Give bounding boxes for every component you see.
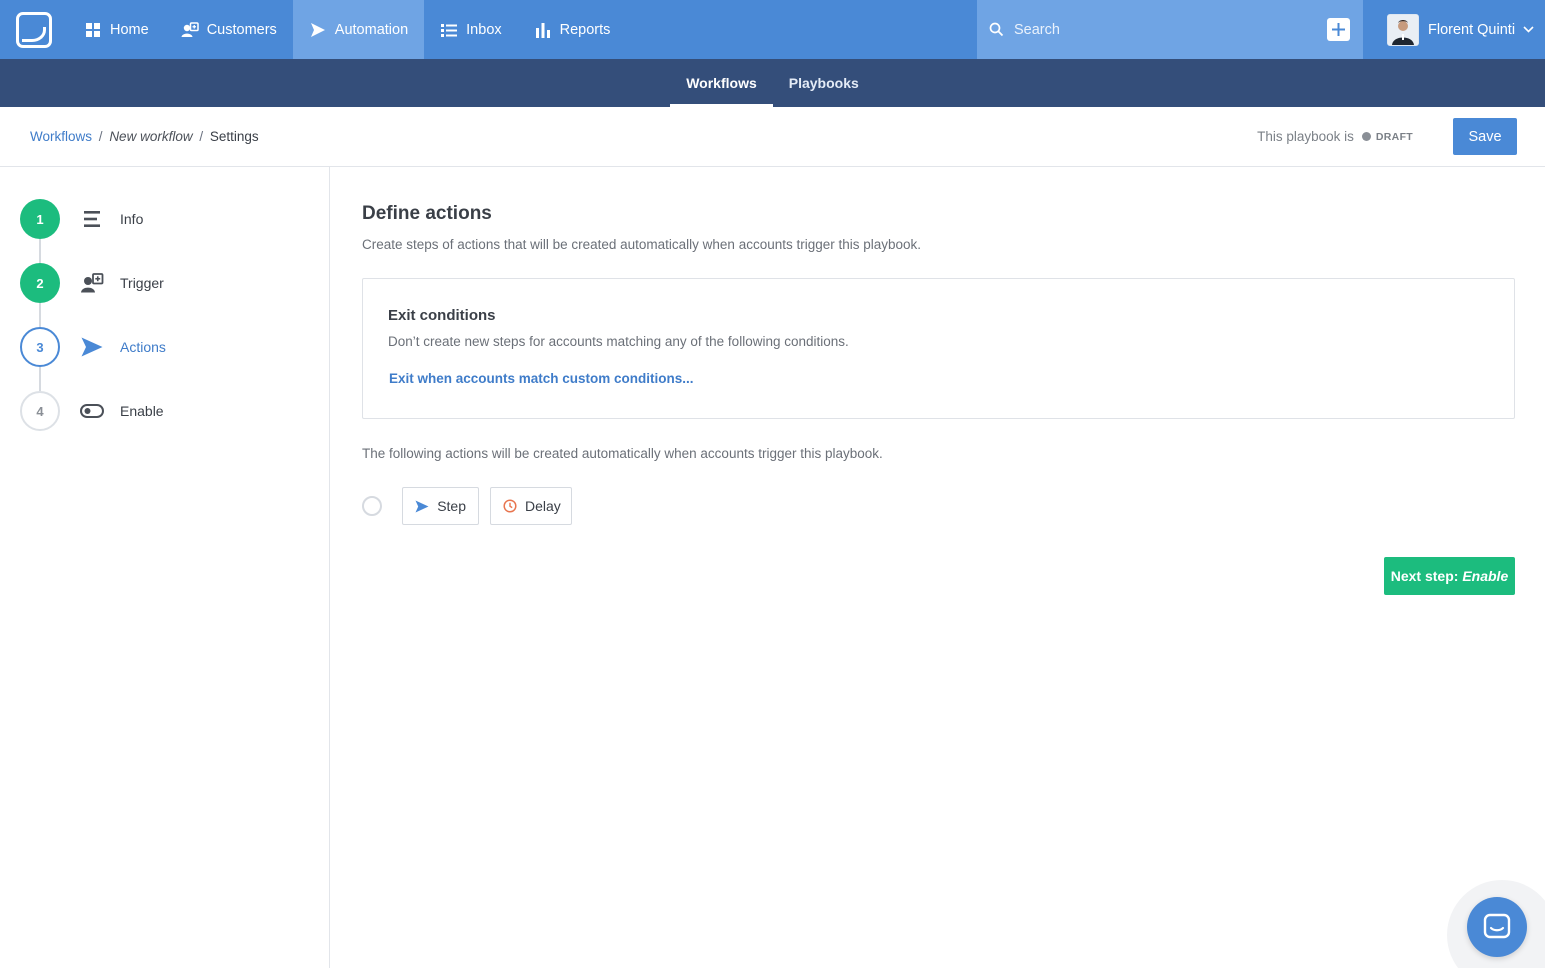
tab-playbooks[interactable]: Playbooks	[773, 59, 875, 107]
nav-customers-label: Customers	[206, 21, 277, 38]
next-step-button[interactable]: Next step: Enable	[1384, 557, 1515, 595]
chat-bubble-icon	[1483, 913, 1511, 941]
step-trigger[interactable]: 2 Trigger	[20, 263, 164, 303]
paper-plane-icon	[309, 21, 327, 39]
top-navigation: Home Customers Automation Inbox Reports	[0, 0, 1545, 59]
clock-icon	[503, 498, 517, 514]
step-number: 3	[20, 327, 60, 367]
nav-reports-label: Reports	[559, 21, 611, 38]
exit-conditions-link[interactable]: Exit when accounts match custom conditio…	[389, 371, 694, 386]
step-label: Info	[120, 211, 144, 227]
next-step-target: Enable	[1462, 568, 1509, 584]
actions-description: The following actions will be created au…	[362, 446, 883, 461]
exit-conditions-description: Don’t create new steps for accounts matc…	[388, 334, 849, 349]
sub-navigation: Workflows Playbooks	[0, 59, 1545, 107]
chevron-down-icon	[1523, 26, 1534, 33]
add-step-button[interactable]: Step	[402, 487, 479, 525]
grid-icon	[84, 21, 102, 39]
step-label: Enable	[120, 403, 164, 419]
page-subtitle: Create steps of actions that will be cre…	[362, 237, 922, 252]
step-number: 4	[20, 391, 60, 431]
tab-workflows[interactable]: Workflows	[670, 59, 773, 107]
step-label: Actions	[120, 339, 166, 355]
user-name: Florent Quinti	[1428, 21, 1516, 38]
step-label: Trigger	[120, 275, 164, 291]
step-info[interactable]: 1 Info	[20, 199, 143, 239]
page-title: Define actions	[362, 203, 492, 224]
exit-conditions-card: Exit conditions Don’t create new steps f…	[362, 278, 1515, 419]
status-text: This playbook is	[1257, 129, 1354, 144]
search-icon	[989, 22, 1004, 37]
nav-automation-label: Automation	[334, 21, 409, 38]
page-header: Workflows / New workflow / Settings This…	[0, 107, 1545, 167]
trigger-icon	[80, 271, 104, 295]
add-step-label: Step	[437, 498, 466, 514]
action-start-radio[interactable]	[362, 496, 382, 516]
add-delay-button[interactable]: Delay	[490, 487, 572, 525]
step-connector	[39, 239, 41, 263]
step-enable[interactable]: 4 Enable	[20, 391, 164, 431]
status-dot-icon	[1361, 132, 1371, 141]
menu-lines-icon	[80, 207, 104, 231]
status-badge: DRAFT	[1375, 130, 1413, 143]
chat-launcher-button[interactable]	[1467, 897, 1527, 957]
playbook-status: This playbook is DRAFT	[1257, 129, 1413, 144]
avatar	[1387, 13, 1419, 46]
bar-chart-icon	[534, 21, 552, 39]
nav-automation[interactable]: Automation	[292, 0, 425, 59]
nav-customers[interactable]: Customers	[165, 0, 293, 59]
nav-inbox-label: Inbox	[466, 21, 502, 38]
breadcrumb-workflows-link[interactable]: Workflows	[30, 129, 92, 144]
nav-home-label: Home	[110, 21, 149, 38]
next-step-prefix: Next step:	[1390, 568, 1463, 584]
add-delay-label: Delay	[525, 498, 561, 514]
steps-sidebar: 1 Info 2 Trigger 3 Actions 4 Enable	[0, 167, 330, 968]
list-icon	[440, 21, 458, 39]
breadcrumb-current: Settings	[209, 129, 259, 144]
user-menu[interactable]: Florent Quinti	[1363, 0, 1545, 59]
customers-icon	[181, 21, 199, 39]
breadcrumb-separator: /	[199, 129, 204, 144]
breadcrumb: Workflows / New workflow / Settings	[30, 129, 259, 144]
nav-inbox[interactable]: Inbox	[424, 0, 517, 59]
breadcrumb-separator: /	[98, 129, 103, 144]
step-number: 2	[20, 263, 60, 303]
search-bar	[977, 0, 1363, 59]
save-button[interactable]: Save	[1453, 118, 1517, 155]
nav-reports[interactable]: Reports	[518, 0, 627, 59]
step-connector	[39, 303, 41, 327]
toggle-icon	[80, 399, 104, 423]
plus-icon	[1332, 23, 1345, 36]
exit-conditions-title: Exit conditions	[388, 307, 496, 324]
logo-icon	[16, 11, 52, 48]
breadcrumb-new-workflow: New workflow	[109, 129, 193, 144]
add-button[interactable]	[1327, 18, 1350, 41]
search-input[interactable]	[1014, 21, 1304, 38]
step-connector	[39, 367, 41, 391]
nav-home[interactable]: Home	[68, 0, 165, 59]
app-logo[interactable]	[0, 0, 68, 59]
step-actions[interactable]: 3 Actions	[20, 327, 166, 367]
paper-plane-icon	[415, 498, 429, 514]
paper-plane-icon	[80, 335, 104, 359]
step-number: 1	[20, 199, 60, 239]
